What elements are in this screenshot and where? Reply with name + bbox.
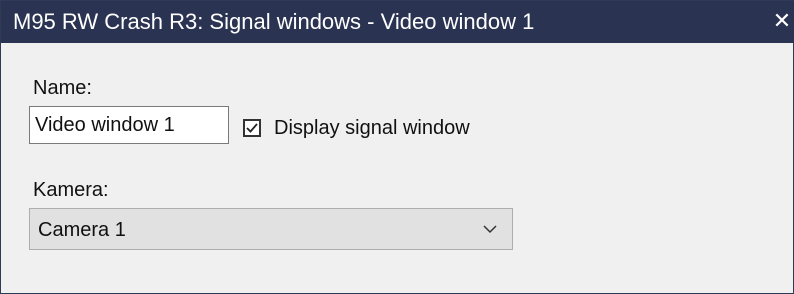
close-icon[interactable]: ✕ [769,1,794,43]
display-signal-window-label: Display signal window [274,117,470,139]
display-signal-window-option[interactable]: Display signal window [243,116,470,140]
title-bar: M95 RW Crash R3: Signal windows - Video … [1,1,794,43]
window-title: M95 RW Crash R3: Signal windows - Video … [13,9,535,34]
chevron-down-icon [483,225,497,234]
name-label: Name: [33,77,92,99]
camera-select[interactable]: Camera 1 [29,208,513,250]
check-icon [246,123,258,133]
dialog-content: Name: Display signal window Kamera: Came… [1,43,793,293]
display-signal-window-checkbox[interactable] [243,119,261,137]
name-input[interactable] [29,106,229,144]
signal-window-dialog: M95 RW Crash R3: Signal windows - Video … [0,0,794,294]
camera-label: Kamera: [33,179,109,201]
camera-select-value: Camera 1 [38,219,126,241]
